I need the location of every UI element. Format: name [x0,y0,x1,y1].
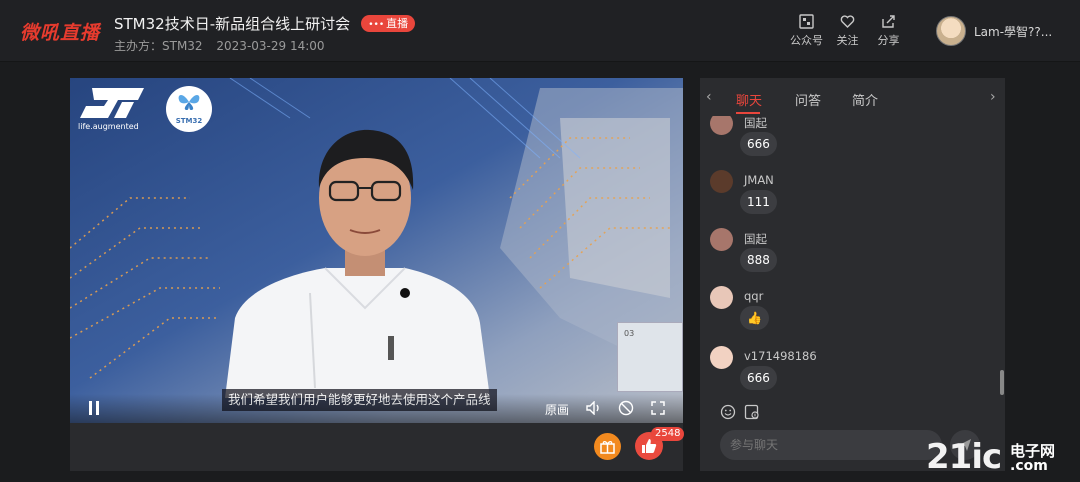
chevron-left-icon[interactable]: ‹ [706,89,712,105]
app-logo[interactable]: 微吼直播 [20,18,100,45]
official-account-button[interactable]: 公众号 [790,14,823,48]
st-logo-icon [80,88,144,118]
quality-selector[interactable]: 原画 [545,401,569,418]
avatar[interactable] [710,346,733,369]
chat-input[interactable] [720,430,942,460]
official-account-label: 公众号 [790,34,823,47]
chat-panel: ‹ 聊天 问答 简介 › 国起 666 JMAN 111 国起 888 qqr … [700,78,1005,471]
danmaku-off-icon[interactable] [618,400,634,416]
avatar[interactable] [710,228,733,251]
image-upload-icon[interactable] [744,404,760,420]
share-icon [882,15,895,28]
like-count-badge: 2548 [651,427,685,441]
video-frame[interactable]: life.augmented STM32 03 [70,78,683,423]
share-label: 分享 [877,34,900,47]
page-title: STM32技术日-新品组合线上研讨会 [114,15,351,33]
chat-message-bubble: 888 [740,248,777,272]
tab-chat[interactable]: 聊天 [736,90,762,109]
tab-qa[interactable]: 问答 [795,90,821,109]
heart-plus-icon [840,15,855,28]
emoji-icon[interactable] [720,404,736,420]
chat-user-name: qqr [744,289,764,303]
follow-label: 关注 [836,34,859,47]
pause-icon[interactable] [88,401,100,415]
butterfly-icon [178,95,200,110]
site-watermark: 21ic 电子网 .com [926,437,1055,477]
qrcode-icon [799,14,814,29]
header-actions: 公众号 关注 分享 [790,14,913,48]
tab-intro[interactable]: 简介 [852,90,878,109]
watermark-domain: .com [1010,458,1048,474]
avatar[interactable] [936,16,966,46]
live-badge-label: 直播 [386,17,409,30]
chat-message-bubble: 666 [740,132,777,156]
gift-icon [600,441,615,454]
chat-user-name: v171498186 [744,349,817,363]
chat-message-bubble: 111 [740,190,777,214]
top-header: 微吼直播 STM32技术日-新品组合线上研讨会 ••• 直播 主办方：STM32 … [0,0,1080,62]
player-footer: 2548 [70,423,685,471]
chat-tabs: ‹ 聊天 问答 简介 › [700,78,1005,116]
share-button[interactable]: 分享 [872,14,905,48]
title-row: STM32技术日-新品组合线上研讨会 ••• 直播 [114,13,416,34]
follow-button[interactable]: 关注 [831,14,864,48]
avatar[interactable] [710,286,733,309]
slide-thumbnail-text: 03 [624,329,635,338]
organizer: 主办方：STM32 [114,39,203,53]
avatar[interactable] [710,170,733,193]
live-badge: ••• 直播 [361,15,416,32]
chat-user-name: JMAN [744,173,774,187]
active-tab-indicator [736,112,760,114]
slide-thumbnail: 03 [617,322,683,392]
watermark-brand: 21ic [926,437,1002,477]
avatar[interactable] [710,116,733,135]
chat-message-bubble: 666 [740,366,777,390]
event-datetime: 2023-03-29 14:00 [216,39,325,53]
chevron-right-icon[interactable]: › [990,89,996,105]
brand-tagline: life.augmented [78,122,139,131]
chat-message-bubble: 👍 [740,306,769,330]
live-dots-icon: ••• [368,20,385,30]
presenter-image [225,129,490,398]
gift-button[interactable] [594,433,621,460]
chat-message-list[interactable]: 国起 666 JMAN 111 国起 888 qqr 👍 v171498186 … [700,116,1005,396]
event-meta: 主办方：STM32 2023-03-29 14:00 [114,37,335,54]
volume-icon[interactable] [586,401,601,415]
user-menu[interactable]: Lam-學智??... [936,16,1052,46]
fullscreen-icon[interactable] [651,401,665,415]
chat-user-name: 国起 [744,116,767,130]
video-player: life.augmented STM32 03 原画 2548 [70,78,685,471]
chat-user-name: 国起 [744,232,767,246]
player-controls: 原画 [70,394,683,423]
user-name[interactable]: Lam-學智??... [974,23,1052,40]
chat-scrollbar[interactable] [1000,370,1004,395]
